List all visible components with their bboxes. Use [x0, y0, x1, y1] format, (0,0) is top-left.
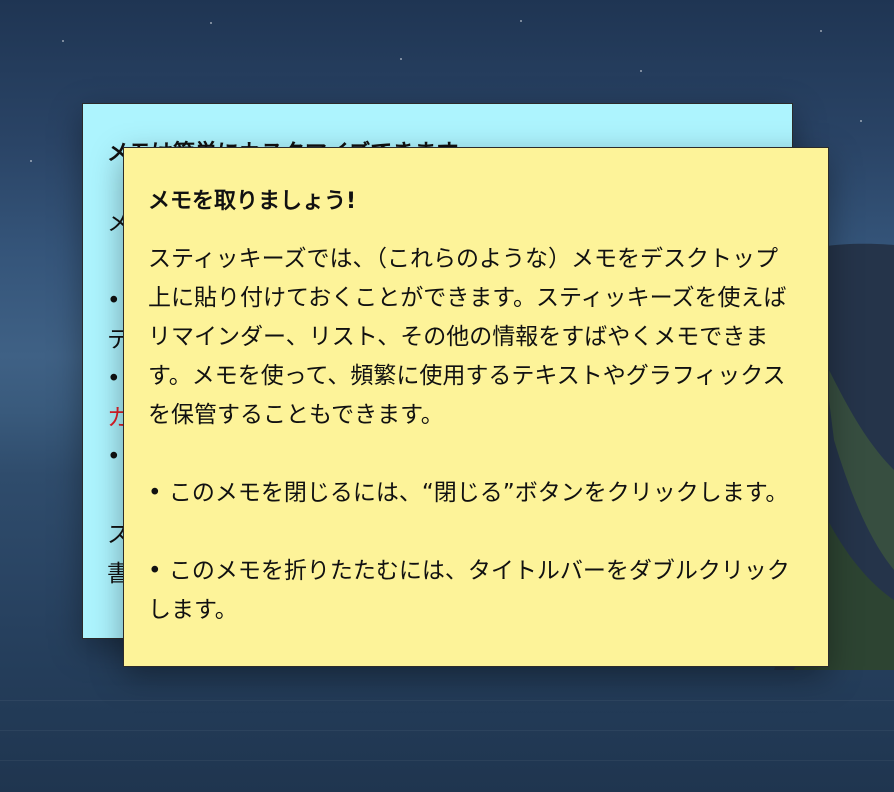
note-content[interactable]: メモを取りましょう! スティッキーズでは、（これらのような）メモをデスクトップ上…: [148, 186, 800, 666]
sticky-note-yellow[interactable]: メモを取りましょう! スティッキーズでは、（これらのような）メモをデスクトップ上…: [123, 147, 829, 667]
star: [400, 58, 402, 60]
star: [520, 20, 522, 22]
star: [640, 70, 642, 72]
star: [820, 30, 822, 32]
star: [860, 120, 862, 122]
star: [210, 22, 212, 24]
note-paragraph: スティッキーズでは、（これらのような）メモをデスクトップ上に貼り付けておくことが…: [148, 246, 787, 428]
note-bullet-collapse: • このメモを折りたたむには、タイトルバーをダブルクリックします。: [148, 558, 790, 623]
note-title: メモを取りましょう!: [148, 189, 357, 214]
note-bullet-close: • このメモを閉じるには、“閉じる”ボタンをクリックします。: [148, 480, 789, 506]
star: [30, 160, 32, 162]
sea-wave: [0, 700, 894, 701]
sea-wave: [0, 760, 894, 761]
sea-wave: [0, 730, 894, 731]
star: [62, 40, 64, 42]
